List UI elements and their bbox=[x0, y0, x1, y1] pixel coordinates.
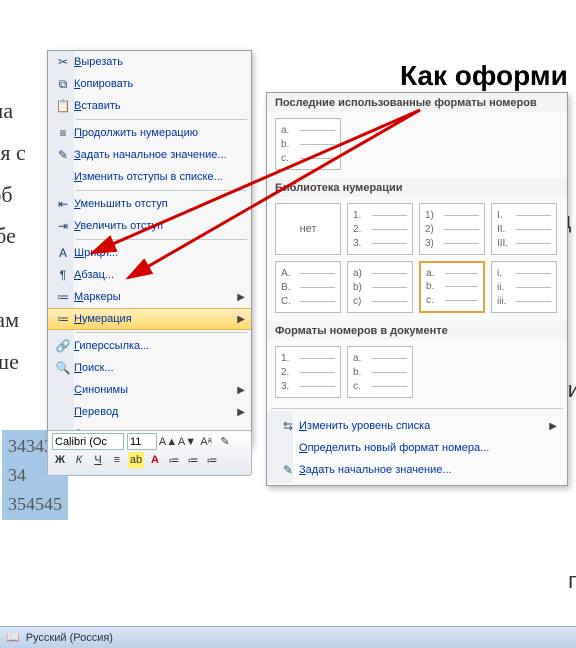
menu-item-вырезать[interactable]: ✂Вырезать bbox=[48, 51, 251, 73]
format-painter-button[interactable]: ✎ bbox=[217, 434, 233, 450]
gallery-footer-item[interactable]: ✎Задать начальное значение... bbox=[271, 459, 563, 481]
menu-label: Синонимы bbox=[74, 384, 233, 396]
menu-icon: 🔗 bbox=[52, 337, 74, 355]
footer-label: Изменить уровень списка bbox=[299, 420, 549, 432]
menu-item-уменьшить-отступ[interactable]: ⇤Уменьшить отступ bbox=[48, 193, 251, 215]
context-menu: ✂Вырезать⧉Копировать📋Вставить≡Продолжить… bbox=[47, 50, 252, 446]
menu-item-поиск-[interactable]: 🔍Поиск... bbox=[48, 357, 251, 379]
footer-label: Задать начальное значение... bbox=[299, 464, 557, 476]
align-center-button[interactable]: ≡ bbox=[109, 452, 125, 468]
menu-icon: ✎ bbox=[52, 146, 74, 164]
gallery-footer-item[interactable]: ⇆Изменить уровень списка▶ bbox=[271, 415, 563, 437]
change-case-button[interactable]: Aᵃ bbox=[198, 434, 214, 450]
menu-item-изменить-отступы-в-списке-[interactable]: Изменить отступы в списке... bbox=[48, 166, 251, 188]
menu-icon: ⧉ bbox=[52, 75, 74, 93]
menu-icon: ⇤ bbox=[52, 195, 74, 213]
numbering-thumb[interactable]: 1.2.3. bbox=[275, 346, 341, 398]
menu-icon bbox=[52, 403, 74, 421]
submenu-arrow-icon: ▶ bbox=[237, 314, 245, 325]
menu-label: Нумерация bbox=[74, 313, 233, 325]
menu-label: Перевод bbox=[74, 406, 233, 418]
menu-icon: ✂ bbox=[52, 53, 74, 71]
menu-item-нумерация[interactable]: ≔Нумерация ▶ bbox=[48, 308, 251, 330]
underline-button[interactable]: Ч bbox=[90, 452, 106, 468]
footer-icon: ⇆ bbox=[277, 419, 299, 433]
grow-font-button[interactable]: A▲ bbox=[160, 434, 176, 450]
font-family-field[interactable] bbox=[52, 433, 124, 450]
numbering-thumb[interactable]: нет bbox=[275, 203, 341, 255]
bold-button[interactable]: Ж bbox=[52, 452, 68, 468]
numbering-thumb[interactable]: I.II.III. bbox=[491, 203, 557, 255]
spellcheck-icon[interactable]: 📖 bbox=[6, 631, 20, 644]
menu-item-маркеры[interactable]: ≔Маркеры ▶ bbox=[48, 286, 251, 308]
menu-icon: ⇥ bbox=[52, 217, 74, 235]
menu-label: Продолжить нумерацию bbox=[74, 127, 245, 139]
font-size-field[interactable] bbox=[127, 433, 157, 450]
numbering-thumb[interactable]: i.ii.iii. bbox=[491, 261, 557, 313]
menu-label: Абзац... bbox=[74, 269, 245, 281]
menu-item-продолжить-нумерацию[interactable]: ≡Продолжить нумерацию bbox=[48, 122, 251, 144]
menu-label: Маркеры bbox=[74, 291, 233, 303]
menu-label: Гиперссылка... bbox=[74, 340, 245, 352]
gallery-footer-item[interactable]: Определить новый формат номера... bbox=[271, 437, 563, 459]
menu-label: Шрифт... bbox=[74, 247, 245, 259]
numbering-thumb[interactable]: A.B.C. bbox=[275, 261, 341, 313]
menu-icon bbox=[52, 168, 74, 186]
numbering-button[interactable]: ≔ bbox=[204, 452, 220, 468]
numbering-thumb[interactable]: 1)2)3) bbox=[419, 203, 485, 255]
language-status[interactable]: Русский (Россия) bbox=[26, 632, 113, 644]
menu-icon: A bbox=[52, 244, 74, 262]
numbering-thumb[interactable]: a.b.c. bbox=[275, 118, 341, 170]
menu-icon: 📋 bbox=[52, 97, 74, 115]
status-bar: 📖 Русский (Россия) bbox=[0, 626, 576, 648]
highlight-button[interactable]: ab bbox=[128, 452, 144, 468]
menu-label: Поиск... bbox=[74, 362, 245, 374]
menu-label: Задать начальное значение... bbox=[74, 149, 245, 161]
menu-item-вставить[interactable]: 📋Вставить bbox=[48, 95, 251, 117]
footer-icon: ✎ bbox=[277, 463, 299, 477]
menu-label: Изменить отступы в списке... bbox=[74, 171, 245, 183]
gallery-section-recent: Последние использованные форматы номеров bbox=[267, 93, 567, 112]
menu-label: Копировать bbox=[74, 78, 245, 90]
submenu-arrow-icon: ▶ bbox=[237, 292, 245, 303]
menu-icon: 🔍 bbox=[52, 359, 74, 377]
menu-item-абзац-[interactable]: ¶Абзац... bbox=[48, 264, 251, 286]
doc-body-fragment: одна отся с чтоб выбе е сам ивше bbox=[0, 90, 26, 383]
submenu-arrow-icon: ▶ bbox=[237, 407, 245, 418]
numbering-thumb[interactable]: 1.2.3. bbox=[347, 203, 413, 255]
numbering-gallery: Последние использованные форматы номеров… bbox=[266, 92, 568, 486]
menu-icon bbox=[52, 381, 74, 399]
menu-icon: ≔ bbox=[52, 310, 74, 328]
menu-label: Увеличить отступ bbox=[74, 220, 245, 232]
numbering-thumb[interactable]: a.b.c. bbox=[419, 261, 485, 313]
menu-item-гиперссылка-[interactable]: 🔗Гиперссылка... bbox=[48, 335, 251, 357]
menu-icon: ¶ bbox=[52, 266, 74, 284]
shrink-font-button[interactable]: A▼ bbox=[179, 434, 195, 450]
menu-icon: ≡ bbox=[52, 124, 74, 142]
menu-item-шрифт-[interactable]: AШрифт... bbox=[48, 242, 251, 264]
menu-item-копировать[interactable]: ⧉Копировать bbox=[48, 73, 251, 95]
menu-label: Уменьшить отступ bbox=[74, 198, 245, 210]
doc-title-fragment: Как оформи bbox=[400, 60, 568, 92]
bullets-button[interactable]: ≔ bbox=[185, 452, 201, 468]
gallery-section-document: Форматы номеров в документе bbox=[267, 321, 567, 340]
menu-item-перевод[interactable]: Перевод ▶ bbox=[48, 401, 251, 423]
numbering-thumb[interactable]: a)b)c) bbox=[347, 261, 413, 313]
numbering-thumb[interactable]: a.b.c. bbox=[347, 346, 413, 398]
mini-toolbar: A▲ A▼ Aᵃ ✎ Ж К Ч ≡ ab A ≔ ≔ ≔ bbox=[47, 430, 252, 476]
footer-label: Определить новый формат номера... bbox=[299, 442, 557, 454]
menu-label: Вырезать bbox=[74, 56, 245, 68]
italic-button[interactable]: К bbox=[71, 452, 87, 468]
menu-item-синонимы[interactable]: Синонимы ▶ bbox=[48, 379, 251, 401]
menu-item-задать-начальное-значение-[interactable]: ✎Задать начальное значение... bbox=[48, 144, 251, 166]
font-color-button[interactable]: A bbox=[147, 452, 163, 468]
submenu-arrow-icon: ▶ bbox=[237, 385, 245, 396]
gallery-section-library: Библиотека нумерации bbox=[267, 178, 567, 197]
submenu-arrow-icon: ▶ bbox=[549, 421, 557, 432]
menu-label: Вставить bbox=[74, 100, 245, 112]
menu-item-увеличить-отступ[interactable]: ⇥Увеличить отступ bbox=[48, 215, 251, 237]
decrease-indent-button[interactable]: ≔ bbox=[166, 452, 182, 468]
menu-icon: ≔ bbox=[52, 288, 74, 306]
